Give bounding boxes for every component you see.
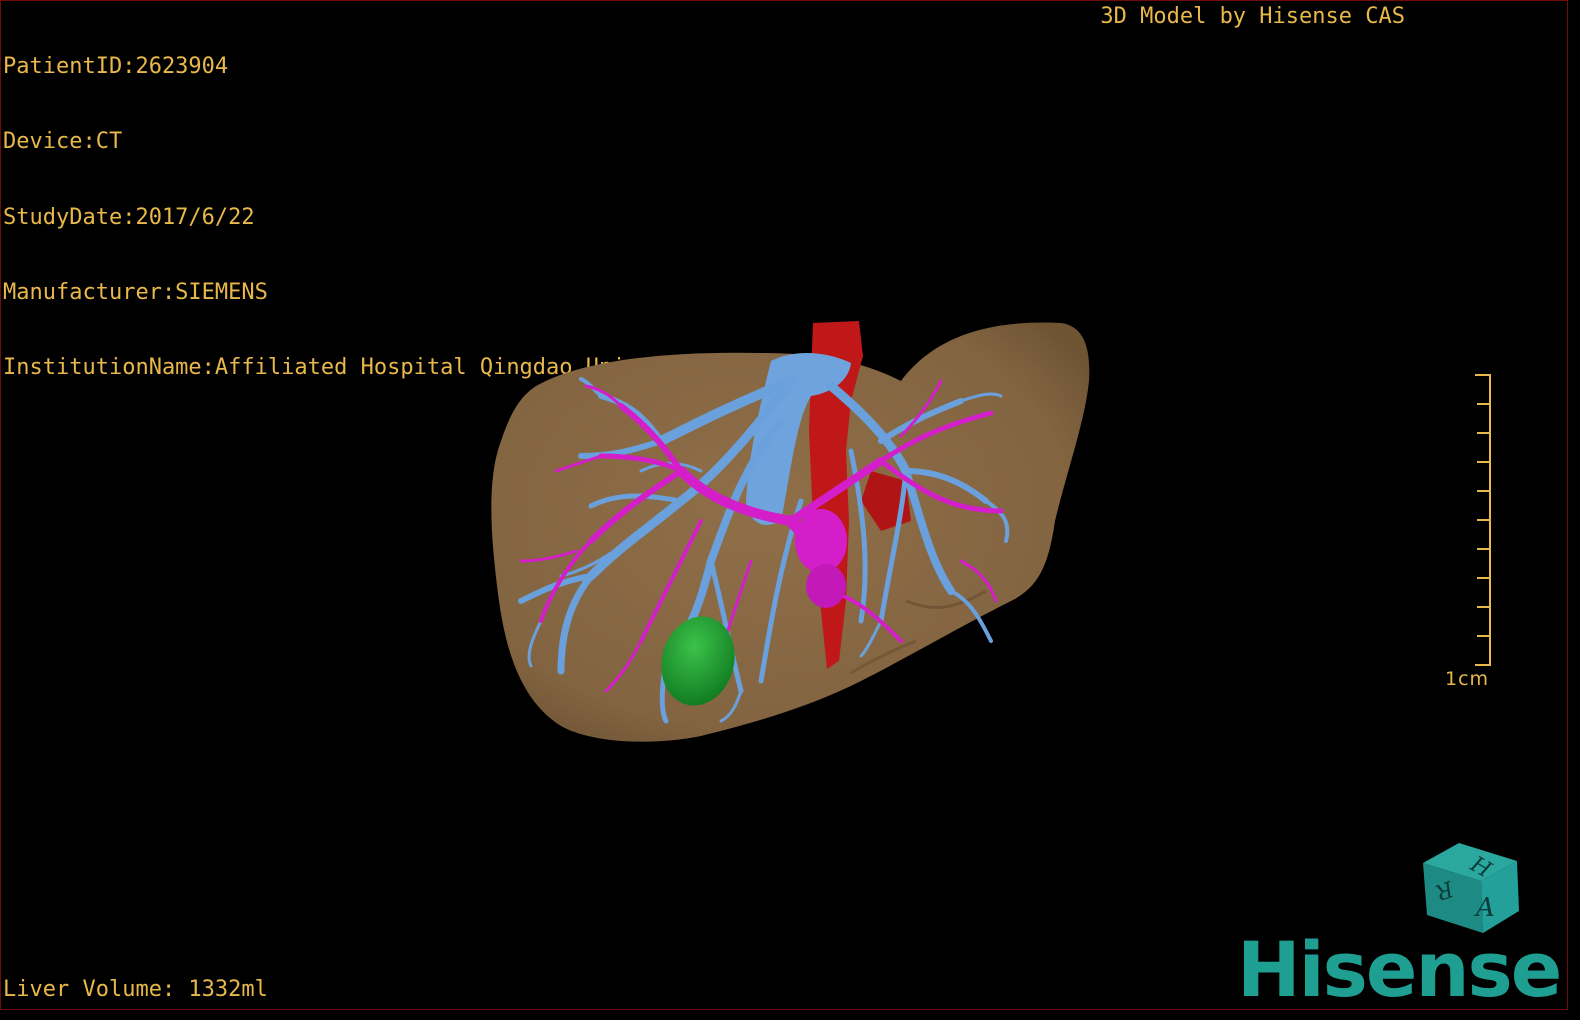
artery-bulb	[795, 509, 847, 573]
artery-bulb-lower	[806, 564, 846, 608]
orientation-cube-icon[interactable]: H R A	[1423, 843, 1519, 933]
scale-bar-label: 1cm	[1445, 668, 1490, 690]
scale-bar	[1475, 374, 1491, 666]
cube-face-a: A	[1474, 893, 1495, 923]
liver-3d-model[interactable]: H R A	[1, 1, 1567, 1009]
3d-viewport[interactable]: PatientID:2623904 Device:CT StudyDate:20…	[0, 0, 1568, 1010]
liver-volume-text: Liver Volume: 1332ml	[3, 977, 268, 1002]
hisense-logo: Hisense	[1237, 925, 1562, 1010]
